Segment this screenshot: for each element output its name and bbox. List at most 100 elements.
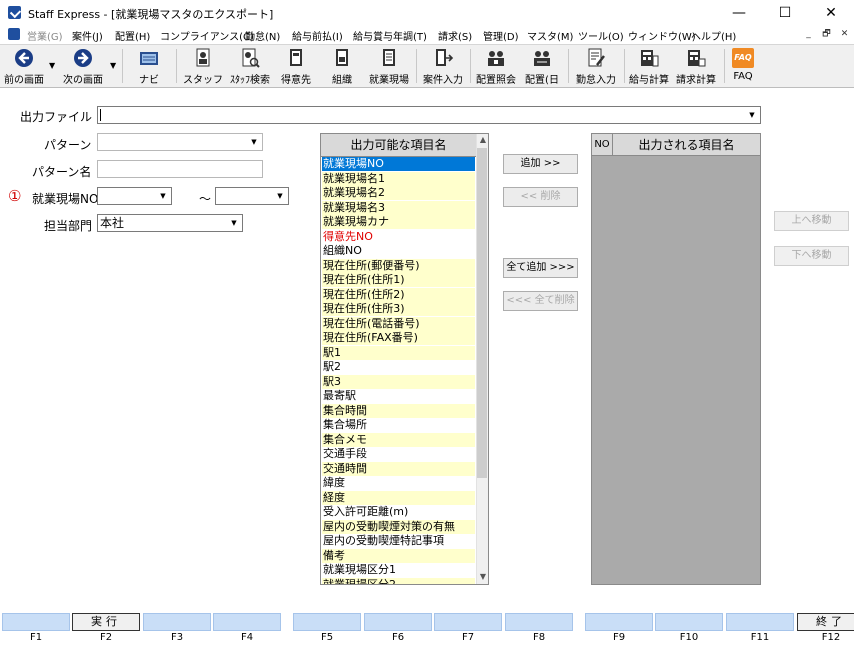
back-dropdown-icon[interactable]: ▼ bbox=[49, 61, 55, 70]
available-item[interactable]: 集合メモ bbox=[322, 432, 475, 448]
fkey-f5-button[interactable] bbox=[293, 613, 361, 631]
output-items-list[interactable]: NO 出力される項目名 bbox=[591, 133, 761, 585]
fkey-f2-button[interactable]: 実行 bbox=[72, 613, 140, 631]
menu-placement[interactable]: 配置(H) bbox=[115, 28, 150, 43]
attendance-entry-button[interactable]: 勤怠入力 bbox=[572, 47, 620, 86]
available-item[interactable]: 集合時間 bbox=[322, 403, 475, 419]
toolbar-separator bbox=[416, 49, 417, 83]
staff-search-button[interactable]: ｽﾀｯﾌ検索 bbox=[226, 47, 274, 86]
menu-window[interactable]: ウィンドウ(W) bbox=[628, 28, 696, 43]
close-button[interactable]: ✕ bbox=[808, 0, 854, 26]
placement-inquiry-button[interactable]: 配置照会 bbox=[472, 47, 520, 86]
menu-jobs[interactable]: 案件(J) bbox=[72, 28, 103, 43]
range-tilde: ～ bbox=[199, 192, 212, 206]
output-name-header: 出力される項目名 bbox=[613, 134, 760, 156]
remove-all-button[interactable]: <<< 全て削除 bbox=[503, 291, 578, 311]
available-item[interactable]: 就業現場名3 bbox=[322, 200, 475, 216]
site-no-to-combobox[interactable]: ▼ bbox=[215, 187, 289, 205]
available-item[interactable]: 駅3 bbox=[322, 374, 475, 390]
client-button[interactable]: 得意先 bbox=[274, 47, 318, 86]
available-item[interactable]: 現在住所(FAX番号) bbox=[322, 331, 475, 346]
fkey-f11-button[interactable] bbox=[726, 613, 794, 631]
available-item[interactable]: 駅1 bbox=[322, 345, 475, 361]
fkey-f7-button[interactable] bbox=[434, 613, 502, 631]
available-item[interactable]: 備考 bbox=[322, 548, 475, 564]
pattern-name-input[interactable] bbox=[97, 160, 263, 178]
available-item[interactable]: 就業現場名2 bbox=[322, 186, 475, 201]
minimize-button[interactable]: — bbox=[716, 0, 762, 26]
available-item[interactable]: 経度 bbox=[322, 490, 475, 506]
organization-button[interactable]: 組織 bbox=[320, 47, 364, 86]
available-item[interactable]: 集合場所 bbox=[322, 418, 475, 433]
menu-admin[interactable]: 管理(D) bbox=[483, 28, 519, 43]
move-up-button[interactable]: 上へ移動 bbox=[774, 211, 849, 231]
work-site-button[interactable]: 就業現場 bbox=[366, 47, 412, 86]
department-label: 担当部門 bbox=[44, 219, 93, 233]
move-down-button[interactable]: 下へ移動 bbox=[774, 246, 849, 266]
mdi-minimize-button[interactable]: _ bbox=[802, 28, 815, 41]
available-items-header: 出力可能な項目名 bbox=[321, 134, 476, 157]
scroll-down-icon[interactable]: ▼ bbox=[477, 572, 488, 581]
maximize-button[interactable]: ☐ bbox=[762, 0, 808, 26]
fkey-f8-button[interactable] bbox=[505, 613, 573, 631]
available-item[interactable]: 現在住所(住所1) bbox=[322, 273, 475, 288]
job-entry-button[interactable]: 案件入力 bbox=[420, 47, 466, 86]
staff-button[interactable]: スタッフ bbox=[180, 47, 226, 86]
mdi-restore-button[interactable]: 🗗 bbox=[820, 28, 833, 41]
available-item[interactable]: 現在住所(電話番号) bbox=[322, 316, 475, 332]
available-item[interactable]: 駅2 bbox=[322, 360, 475, 375]
menu-help[interactable]: ヘルプ(H) bbox=[691, 28, 736, 43]
available-item[interactable]: 屋内の受動喫煙特記事項 bbox=[322, 534, 475, 549]
available-item[interactable]: 受入許可距離(m) bbox=[322, 505, 475, 520]
menu-compliance[interactable]: コンプライアンス(C) bbox=[160, 28, 254, 43]
available-item[interactable]: 就業現場カナ bbox=[322, 215, 475, 230]
site-no-from-combobox[interactable]: ▼ bbox=[97, 187, 172, 205]
menu-prepayment[interactable]: 給与前払(I) bbox=[292, 28, 343, 43]
mdi-close-button[interactable]: ✕ bbox=[838, 28, 851, 41]
remove-button[interactable]: << 削除 bbox=[503, 187, 578, 207]
available-item[interactable]: 交通時間 bbox=[322, 461, 475, 477]
menu-billing[interactable]: 請求(S) bbox=[438, 28, 472, 43]
fkey-f6-button[interactable] bbox=[364, 613, 432, 631]
available-item[interactable]: 緯度 bbox=[322, 476, 475, 491]
menu-master[interactable]: マスタ(M) bbox=[527, 28, 573, 43]
scroll-up-icon[interactable]: ▲ bbox=[477, 135, 488, 144]
forward-button[interactable]: 次の画面 bbox=[60, 47, 106, 86]
available-item[interactable]: 最寄駅 bbox=[322, 389, 475, 404]
available-item[interactable]: 就業現場区分1 bbox=[322, 563, 475, 578]
available-item[interactable]: 就業現場名1 bbox=[322, 171, 475, 187]
available-item[interactable]: 就業現場区分2 bbox=[322, 577, 475, 584]
pattern-combobox[interactable]: ▼ bbox=[97, 133, 263, 151]
fkey-f3-button[interactable] bbox=[143, 613, 211, 631]
forward-dropdown-icon[interactable]: ▼ bbox=[110, 61, 116, 70]
fkey-f9-button[interactable] bbox=[585, 613, 653, 631]
fkey-f4-button[interactable] bbox=[213, 613, 281, 631]
fkey-f12-button[interactable]: 終了 bbox=[797, 613, 854, 631]
navi-button[interactable]: ナビ bbox=[128, 47, 170, 86]
available-item[interactable]: 現在住所(郵便番号) bbox=[322, 258, 475, 274]
available-item[interactable]: 得意先NO bbox=[322, 229, 475, 245]
add-all-button[interactable]: 全て追加 >>> bbox=[503, 258, 578, 278]
billing-calc-button[interactable]: 請求計算 bbox=[672, 47, 720, 86]
output-file-combobox[interactable]: ▼ bbox=[97, 106, 761, 124]
menu-sales[interactable]: 営業(G) bbox=[27, 28, 63, 43]
scrollbar-thumb[interactable] bbox=[477, 148, 487, 478]
fkey-f10-button[interactable] bbox=[655, 613, 723, 631]
placement-daily-button[interactable]: 配置(日 bbox=[520, 47, 564, 86]
fkey-f1-button[interactable] bbox=[2, 613, 70, 631]
available-item[interactable]: 屋内の受動喫煙対策の有無 bbox=[322, 519, 475, 535]
available-item[interactable]: 現在住所(住所2) bbox=[322, 287, 475, 303]
menu-tools[interactable]: ツール(O) bbox=[578, 28, 624, 43]
department-combobox[interactable]: 本社 ▼ bbox=[97, 214, 243, 232]
payroll-calc-button[interactable]: 給与計算 bbox=[626, 47, 672, 86]
available-item[interactable]: 交通手段 bbox=[322, 447, 475, 462]
add-button[interactable]: 追加 >> bbox=[503, 154, 578, 174]
menu-payroll[interactable]: 給与賞与年調(T) bbox=[353, 28, 427, 43]
available-item[interactable]: 組織NO bbox=[322, 244, 475, 259]
menu-attendance[interactable]: 勤怠(N) bbox=[245, 28, 280, 43]
available-items-list[interactable]: 出力可能な項目名 就業現場NO 就業現場名1 就業現場名2 就業現場名3 就業現場カナ得… bbox=[320, 133, 489, 585]
back-button[interactable]: 前の画面 bbox=[2, 47, 46, 86]
available-item[interactable]: 現在住所(住所3) bbox=[322, 302, 475, 317]
faq-button[interactable]: FAQ FAQ bbox=[728, 47, 758, 85]
available-item[interactable]: 就業現場NO bbox=[322, 157, 475, 172]
